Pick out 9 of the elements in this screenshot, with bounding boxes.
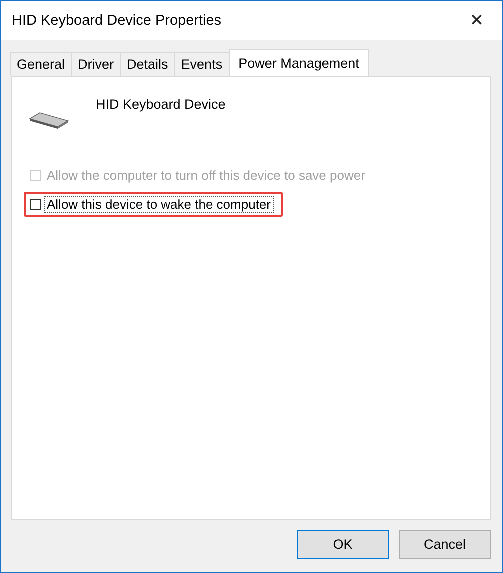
window-title: HID Keyboard Device Properties bbox=[12, 12, 222, 28]
device-name: HID Keyboard Device bbox=[96, 97, 226, 112]
checkbox[interactable] bbox=[30, 199, 41, 210]
checkbox-label[interactable]: Allow this device to wake the computer bbox=[45, 197, 273, 212]
close-button[interactable]: ✕ bbox=[466, 10, 488, 30]
dialog-button[interactable]: OK bbox=[297, 530, 389, 559]
tab[interactable]: General bbox=[10, 52, 72, 76]
dialog-button[interactable]: Cancel bbox=[399, 530, 491, 559]
tab[interactable]: Power Management bbox=[228, 49, 370, 76]
